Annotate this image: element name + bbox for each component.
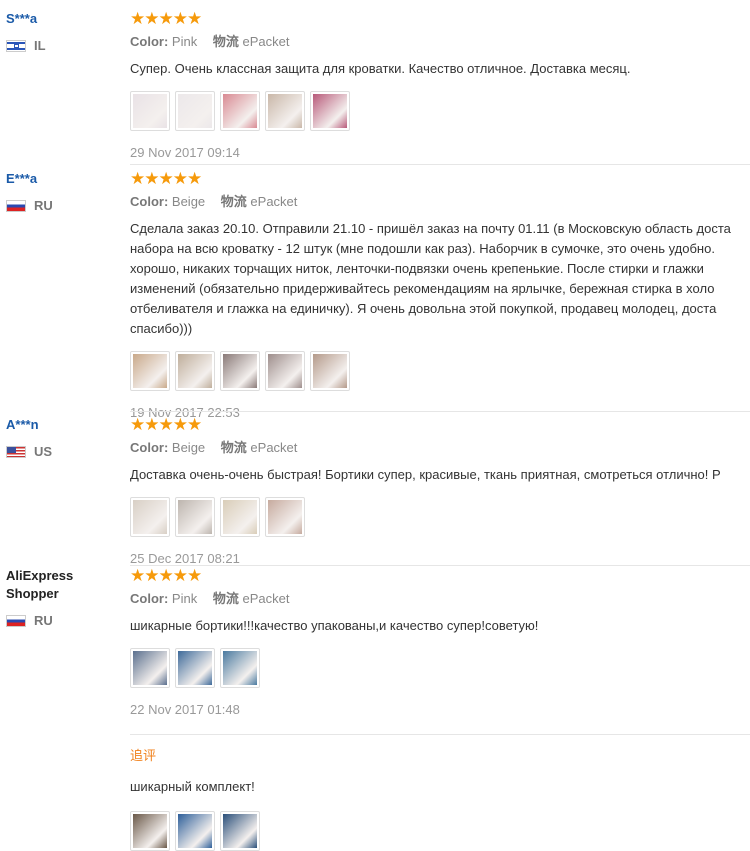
review-text-line: набора на всю кроватку - 12 штук (мне по… — [130, 241, 715, 256]
review-photo[interactable] — [175, 351, 215, 391]
color-value: Pink — [171, 591, 198, 606]
review-photos — [130, 497, 750, 537]
review-text-line: отбеливателя и глажка на единичку). Я оч… — [130, 301, 717, 316]
review-text-line: Супер. Очень классная защита для кроватк… — [130, 61, 631, 76]
russia-flag-icon — [6, 199, 26, 212]
order-info: Color: Pink 物流 ePacket — [130, 590, 750, 608]
review-photo[interactable] — [265, 351, 305, 391]
review-photo[interactable] — [220, 351, 260, 391]
review-date: 29 Nov 2017 09:14 — [130, 145, 240, 160]
review-text: Сделала заказ 20.10. Отправили 21.10 - п… — [130, 219, 750, 339]
country-code: RU — [34, 198, 53, 213]
review-photos — [130, 351, 750, 391]
divider — [130, 411, 750, 412]
shipping-value: ePacket — [250, 440, 298, 455]
reviewer-country: RU — [6, 613, 53, 628]
country-code: RU — [34, 613, 53, 628]
review-photo[interactable] — [310, 91, 350, 131]
reviewer-name: AliExpress Shopper — [6, 568, 74, 601]
review-text: Доставка очень-очень быстрая! Бортики су… — [130, 465, 750, 485]
reviewer-country: RU — [6, 198, 53, 213]
color-label: Color: — [130, 591, 169, 606]
star-rating: ★★★★★ — [130, 415, 202, 434]
followup-text: шикарный комплект! — [130, 779, 255, 794]
shipping-label: 物流 — [220, 440, 247, 455]
review-text-line: спасибо))) — [130, 321, 193, 336]
color-value: Beige — [171, 194, 206, 209]
review-photo[interactable] — [310, 351, 350, 391]
divider — [130, 565, 750, 566]
israel-flag-icon — [6, 39, 26, 52]
followup-review: 追评 шикарный комплект! — [130, 747, 750, 851]
shipping-value: ePacket — [242, 34, 290, 49]
star-rating: ★★★★★ — [130, 169, 202, 188]
color-value: Pink — [171, 34, 198, 49]
order-info: Color: Beige 物流 ePacket — [130, 193, 750, 211]
usa-flag-icon — [6, 445, 26, 458]
review-date: 22 Nov 2017 01:48 — [130, 702, 240, 717]
review-photo[interactable] — [130, 351, 170, 391]
review-photo[interactable] — [220, 91, 260, 131]
review-photo[interactable] — [175, 811, 215, 851]
reviewer-name[interactable]: E***a — [6, 170, 37, 188]
star-rating: ★★★★★ — [130, 566, 202, 585]
review-photo[interactable] — [220, 648, 260, 688]
country-code: IL — [34, 38, 46, 53]
review-photo[interactable] — [130, 811, 170, 851]
order-info: Color: Beige 物流 ePacket — [130, 439, 750, 457]
review-photo[interactable] — [130, 497, 170, 537]
review-text: Супер. Очень классная защита для кроватк… — [130, 59, 750, 79]
color-value: Beige — [171, 440, 206, 455]
reviewer-name[interactable]: A***n — [6, 416, 39, 434]
order-info: Color: Pink 物流 ePacket — [130, 33, 750, 51]
color-label: Color: — [130, 194, 169, 209]
shipping-label: 物流 — [212, 34, 239, 49]
reviewer-country: IL — [6, 38, 46, 53]
color-label: Color: — [130, 34, 169, 49]
review-text: шикарные бортики!!!качество упакованы,и … — [130, 616, 750, 636]
review-photo[interactable] — [130, 91, 170, 131]
review-photo[interactable] — [130, 648, 170, 688]
shipping-value: ePacket — [250, 194, 298, 209]
followup-photos — [130, 811, 750, 851]
followup-divider — [130, 734, 750, 735]
review-text-line: шикарные бортики!!!качество упакованы,и … — [130, 618, 539, 633]
followup-label: 追评 — [130, 748, 157, 763]
reviewer-country: US — [6, 444, 52, 459]
star-rating: ★★★★★ — [130, 9, 202, 28]
shipping-label: 物流 — [220, 194, 247, 209]
review-photo[interactable] — [175, 497, 215, 537]
shipping-label: 物流 — [212, 591, 239, 606]
review-photo[interactable] — [220, 497, 260, 537]
russia-flag-icon — [6, 614, 26, 627]
review-photo[interactable] — [220, 811, 260, 851]
review-photos — [130, 91, 750, 131]
review-photo[interactable] — [175, 91, 215, 131]
review-photo[interactable] — [265, 91, 305, 131]
review-photo[interactable] — [265, 497, 305, 537]
country-code: US — [34, 444, 53, 459]
divider — [130, 164, 750, 165]
review-text-line: изменений (обязательно придерживайтесь р… — [130, 281, 715, 296]
review-text-line: Доставка очень-очень быстрая! Бортики су… — [130, 467, 721, 482]
review-photos — [130, 648, 750, 688]
review-photo[interactable] — [175, 648, 215, 688]
shipping-value: ePacket — [242, 591, 290, 606]
color-label: Color: — [130, 440, 169, 455]
review-text-line: Сделала заказ 20.10. Отправили 21.10 - п… — [130, 221, 731, 236]
reviewer-name[interactable]: S***a — [6, 10, 37, 28]
review-text-line: хорошо, никаких торчащих ниток, ленточки… — [130, 261, 704, 276]
